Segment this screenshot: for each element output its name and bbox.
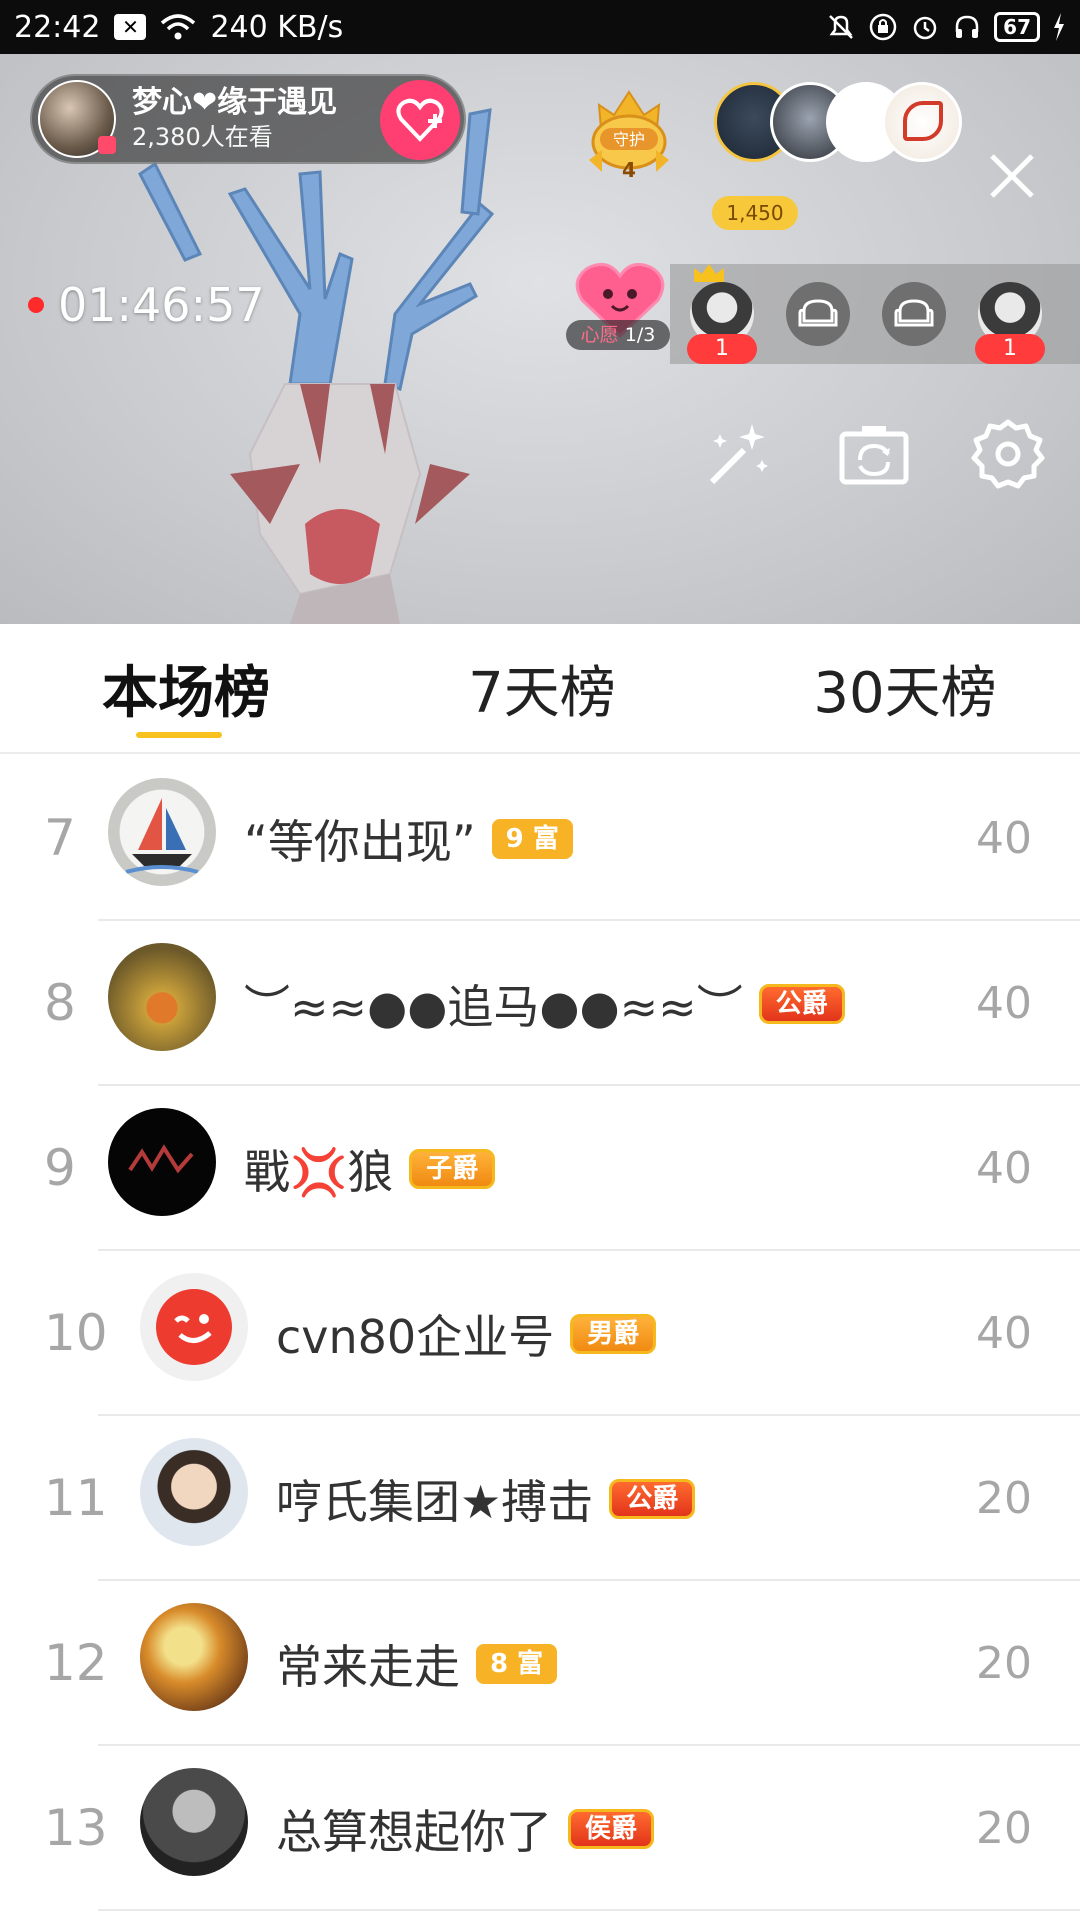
active-tab-indicator xyxy=(136,732,222,738)
avatar[interactable] xyxy=(108,1108,216,1216)
list-item[interactable]: 8 ︶≈≈●●追马●●≈≈︶ 公爵 40 xyxy=(0,921,1080,1086)
noble-badge: 侯爵 xyxy=(568,1808,655,1849)
contribution-score: 20 xyxy=(976,1638,1032,1689)
wealth-badge: 8 富 xyxy=(476,1643,558,1684)
close-button[interactable] xyxy=(982,146,1042,206)
mic-seat-badge-2: 1 xyxy=(975,334,1045,364)
host-name: 梦心❤缘于遇见 xyxy=(132,85,338,120)
noble-badge: 男爵 xyxy=(570,1313,657,1354)
mic-seats: 1 1 xyxy=(670,264,1080,364)
host-info-pill[interactable]: 梦心❤缘于遇见 2,380人在看 xyxy=(30,74,466,164)
top-viewer-avatar-4[interactable] xyxy=(882,82,962,162)
viewer-count: 2,380人在看 xyxy=(132,123,273,151)
switch-camera-icon xyxy=(839,426,909,485)
avatar[interactable] xyxy=(140,1603,248,1711)
beauty-wand-button[interactable] xyxy=(700,416,776,492)
headphones-icon xyxy=(952,12,982,42)
avatar[interactable] xyxy=(140,1438,248,1546)
settings-button[interactable] xyxy=(970,416,1046,492)
wish-progress: 心愿 1/3 xyxy=(566,320,670,350)
network-speed: 240 KB/s xyxy=(210,9,344,45)
clock: 22:42 xyxy=(14,9,101,45)
contribution-score: 20 xyxy=(976,1803,1032,1854)
rank-number: 10 xyxy=(44,1304,108,1362)
rank-number: 13 xyxy=(44,1799,108,1857)
noble-badge: 子爵 xyxy=(409,1148,496,1189)
heart-plus-icon xyxy=(396,98,444,142)
tab-7-days[interactable]: 7天榜 xyxy=(462,648,622,726)
ranking-list: 7 “等你出现” 9 富 40 8 ︶≈≈●●追马●●≈≈︶ 公爵 40 9 戰… xyxy=(0,756,1080,1911)
nickname: 哼氏集团★搏击 xyxy=(276,1474,594,1529)
guard-label: 守护 xyxy=(613,130,645,149)
battery-level: 67 xyxy=(994,12,1040,42)
rank-number: 7 xyxy=(44,809,76,867)
nickname: cvn80企业号 xyxy=(276,1309,555,1364)
mute-bell-icon xyxy=(826,12,856,42)
nickname: 戰💢狼 xyxy=(244,1144,394,1199)
top-viewer-score: 1,450 xyxy=(712,196,798,230)
rank-number: 8 xyxy=(44,974,76,1032)
mic-seat-empty-1[interactable] xyxy=(786,282,850,346)
follow-button[interactable] xyxy=(380,80,460,160)
lock-rotation-icon xyxy=(868,12,898,42)
nickname: 总算想起你了 xyxy=(276,1804,552,1859)
avatar[interactable] xyxy=(108,778,216,886)
rank-number: 12 xyxy=(44,1634,108,1692)
contribution-score: 20 xyxy=(976,1473,1032,1524)
charging-bolt-icon xyxy=(1052,13,1066,41)
tab-30-days[interactable]: 30天榜 xyxy=(810,648,1000,726)
nickname: 常来走走 xyxy=(276,1639,460,1694)
sofa-icon xyxy=(798,299,838,327)
contribution-score: 40 xyxy=(976,1308,1032,1359)
timer-text: 01:46:57 xyxy=(58,278,265,332)
magic-wand-icon xyxy=(709,424,768,485)
avatar[interactable] xyxy=(108,943,216,1051)
host-avatar[interactable] xyxy=(38,80,116,158)
crown-icon xyxy=(694,264,724,282)
contribution-score: 40 xyxy=(976,1143,1032,1194)
guard-count: 4 xyxy=(622,158,636,182)
list-item[interactable]: 13 总算想起你了 侯爵 20 xyxy=(0,1746,1080,1911)
avatar[interactable] xyxy=(140,1273,248,1381)
noble-badge: 公爵 xyxy=(758,983,845,1024)
status-bar: 22:42 ✕ 240 KB/s 67 xyxy=(0,0,1080,54)
recording-dot-icon xyxy=(28,297,44,313)
rank-number: 9 xyxy=(44,1139,76,1197)
guard-badge[interactable]: 守护 4 xyxy=(584,80,674,190)
live-video-area[interactable]: 梦心❤缘于遇见 2,380人在看 守护 4 1,450 01:46:57 心愿 … xyxy=(0,54,1080,624)
live-timer: 01:46:57 xyxy=(28,278,265,332)
alarm-icon xyxy=(910,12,940,42)
close-icon xyxy=(990,154,1034,198)
mic-seat-empty-2[interactable] xyxy=(882,282,946,346)
list-item[interactable]: 10 cvn80企业号 男爵 40 xyxy=(0,1251,1080,1416)
nickname: ︶≈≈●●追马●●≈≈︶ xyxy=(244,979,743,1034)
contribution-score: 40 xyxy=(976,813,1032,864)
nickname: “等你出现” xyxy=(244,814,476,869)
list-item[interactable]: 12 常来走走 8 富 20 xyxy=(0,1581,1080,1746)
ranking-tabs: 本场榜 7天榜 30天榜 xyxy=(0,624,1080,754)
list-item[interactable]: 11 哼氏集团★搏击 公爵 20 xyxy=(0,1416,1080,1581)
wifi-icon xyxy=(160,13,196,41)
noble-badge: 公爵 xyxy=(609,1478,696,1519)
tab-this-session[interactable]: 本场榜 xyxy=(96,648,276,726)
switch-camera-button[interactable] xyxy=(836,416,912,492)
avatar[interactable] xyxy=(140,1768,248,1876)
mic-seat-badge-1: 1 xyxy=(687,334,757,364)
top-viewers[interactable] xyxy=(714,82,962,182)
notification-x-icon: ✕ xyxy=(114,14,147,40)
wealth-badge: 9 富 xyxy=(491,818,573,859)
gear-icon xyxy=(971,419,1045,489)
list-item[interactable]: 9 戰💢狼 子爵 40 xyxy=(0,1086,1080,1251)
contribution-score: 40 xyxy=(976,978,1032,1029)
list-item[interactable]: 7 “等你出现” 9 富 40 xyxy=(0,756,1080,921)
rank-number: 11 xyxy=(44,1469,108,1527)
sofa-icon xyxy=(894,299,934,327)
